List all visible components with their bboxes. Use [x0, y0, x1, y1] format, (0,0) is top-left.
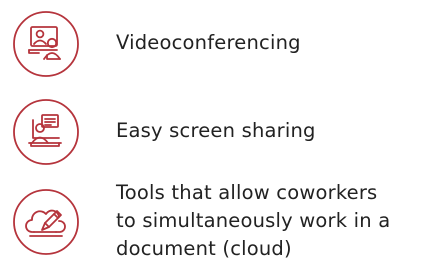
feature-label-line: document (cloud)	[116, 237, 292, 260]
feature-label-line: Tools that allow coworkers	[116, 181, 378, 204]
cloud-edit-icon	[12, 188, 80, 256]
feature-label-line: to simultaneously work in a	[116, 209, 391, 232]
screen-share-icon	[12, 98, 80, 166]
feature-videoconferencing: Videoconferencing	[0, 0, 431, 86]
feature-label: Easy screen sharing	[116, 119, 316, 142]
videoconference-icon	[12, 10, 80, 78]
feature-cloud-collaboration: Tools that allow coworkers to simultaneo…	[0, 172, 431, 274]
feature-label: Tools that allow coworkers to simultaneo…	[116, 179, 426, 263]
feature-screen-sharing: Easy screen sharing	[0, 86, 431, 172]
feature-label: Videoconferencing	[116, 31, 301, 54]
